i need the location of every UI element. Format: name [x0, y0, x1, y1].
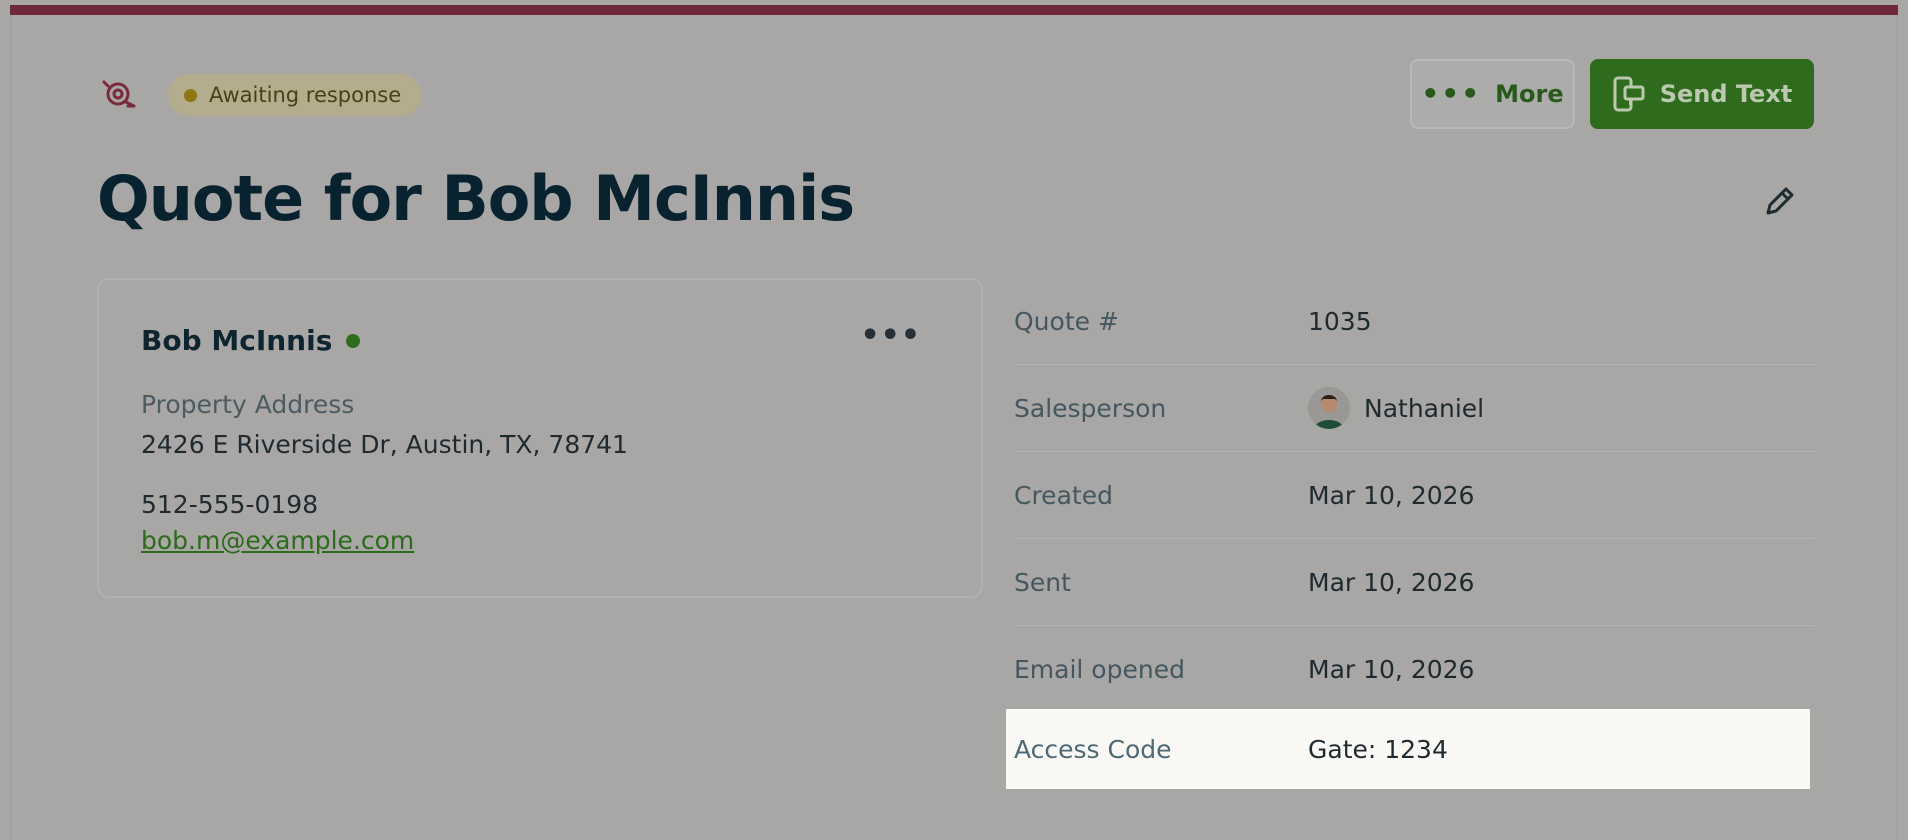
- send-text-icon: [1613, 76, 1645, 112]
- send-text-button-label: Send Text: [1659, 80, 1793, 108]
- detail-label: Quote #: [1014, 306, 1119, 336]
- status-dot: [184, 88, 197, 102]
- client-card-menu-icon[interactable]: •••: [860, 318, 921, 353]
- detail-label: Email opened: [1014, 654, 1185, 684]
- detail-value: Nathaniel: [1308, 387, 1484, 429]
- brand-top-bar: [10, 5, 1898, 15]
- send-text-button[interactable]: Send Text: [1590, 59, 1814, 129]
- detail-row-email-opened: Email opened Mar 10, 2026: [1014, 626, 1814, 712]
- ellipsis-icon: •••: [1421, 77, 1482, 110]
- client-name-row: Bob McInnis: [141, 324, 361, 357]
- more-button-label: More: [1495, 80, 1564, 108]
- avatar: [1308, 387, 1350, 429]
- detail-value: 1035: [1308, 307, 1372, 336]
- status-label: Awaiting response: [209, 83, 402, 107]
- quote-number: 1035: [1308, 306, 1372, 336]
- detail-row-sent: Sent Mar 10, 2026: [1014, 539, 1814, 626]
- detail-row-access-code: Access Code Gate: 1234: [1014, 709, 1810, 789]
- client-name[interactable]: Bob McInnis: [141, 324, 332, 357]
- created-date: Mar 10, 2026: [1308, 480, 1475, 510]
- detail-value: Mar 10, 2026: [1308, 481, 1474, 510]
- quote-icon: [102, 80, 136, 108]
- property-address-label: Property Address: [141, 390, 355, 419]
- detail-label: Salesperson: [1014, 393, 1167, 423]
- access-code-value: Gate: 1234: [1308, 734, 1448, 764]
- status-badge: Awaiting response: [168, 74, 422, 116]
- detail-row-salesperson: Salesperson Nathaniel: [1014, 365, 1814, 452]
- email-opened-date: Mar 10, 2026: [1308, 654, 1475, 684]
- detail-label: Created: [1014, 480, 1113, 510]
- client-card: Bob McInnis ••• Property Address 2426 E …: [97, 278, 983, 598]
- page-title: Quote for Bob McInnis: [97, 162, 855, 235]
- detail-row-created: Created Mar 10, 2026: [1014, 452, 1814, 539]
- pencil-icon[interactable]: [1760, 183, 1798, 221]
- client-phone[interactable]: 512-555-0198: [141, 490, 318, 519]
- salesperson-name: Nathaniel: [1364, 393, 1485, 423]
- detail-value: Mar 10, 2026: [1308, 568, 1474, 597]
- more-button[interactable]: ••• More: [1410, 59, 1575, 129]
- detail-label: Sent: [1014, 567, 1071, 597]
- online-indicator: [346, 333, 361, 348]
- client-email-link[interactable]: bob.m@example.com: [141, 526, 414, 555]
- sent-date: Mar 10, 2026: [1308, 567, 1475, 597]
- detail-row-quote-number: Quote # 1035: [1014, 278, 1814, 365]
- access-code-label: Access Code: [1014, 734, 1172, 764]
- property-address: 2426 E Riverside Dr, Austin, TX, 78741: [141, 430, 628, 459]
- detail-value: Mar 10, 2026: [1308, 655, 1474, 684]
- quote-details: Quote # 1035 Salesperson Nathaniel Creat…: [1014, 278, 1814, 712]
